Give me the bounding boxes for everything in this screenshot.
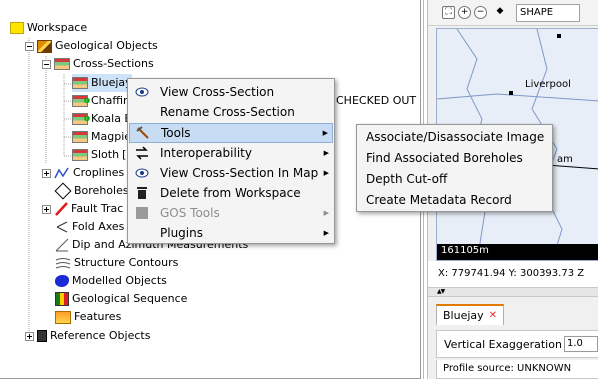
menu-item-view-in-map[interactable]: View Cross-Section In Map ▶ — [129, 163, 333, 183]
structure-contours-icon — [55, 256, 71, 270]
menu-item-tools[interactable]: Tools ▶ — [129, 123, 333, 143]
exchange-icon — [134, 145, 150, 161]
tree-item-cross-sections[interactable]: Cross-Sections — [42, 55, 154, 73]
vertical-exaggeration-input[interactable]: 1.0 — [563, 336, 598, 352]
menu-item-depth-cutoff[interactable]: Depth Cut-off — [358, 169, 551, 189]
modelled-object-icon — [55, 275, 69, 287]
tree-item-fold-axes[interactable]: Fold Axes — [55, 218, 124, 236]
expand-toggle-icon[interactable] — [25, 331, 34, 341]
menu-item-plugins[interactable]: Plugins ▶ — [129, 223, 333, 243]
profile-source-label: Profile source: UNKNOWN — [436, 360, 598, 379]
tree-item-cross-section-sloth[interactable]: Sloth [ — [72, 146, 126, 164]
submenu-arrow-icon: ▶ — [323, 149, 329, 157]
submenu-arrow-icon: ▶ — [323, 169, 329, 177]
submenu-arrow-icon: ▶ — [323, 209, 329, 217]
tree-item-workspace[interactable]: Workspace — [10, 19, 87, 37]
eye-icon — [134, 84, 150, 100]
croplines-icon — [54, 166, 70, 180]
menu-item-gos-tools[interactable]: GOS Tools ▶ — [129, 203, 333, 223]
borehole-diamond-icon — [54, 182, 72, 200]
geological-objects-icon — [37, 39, 52, 53]
menu-item-find-boreholes[interactable]: Find Associated Boreholes — [358, 148, 551, 168]
tab-label: Bluejay — [443, 309, 484, 322]
checked-out-cross-section-icon — [72, 92, 90, 110]
vertical-exaggeration-label: Vertical Exaggeration — [444, 337, 562, 351]
zoom-extent-icon[interactable]: ⛶ — [442, 6, 455, 19]
tree-item-cross-section-magpie[interactable]: Magpie — [72, 128, 131, 146]
tree-item-fault-traces[interactable]: Fault Trac — [42, 200, 123, 218]
blank-icon — [134, 225, 150, 241]
checked-out-status-label: CHECKED OUT — [336, 94, 417, 107]
zoom-in-icon[interactable]: + — [458, 6, 471, 19]
tree-item-boreholes[interactable]: Boreholes — [54, 182, 129, 200]
features-icon — [55, 310, 71, 324]
cross-section-icon — [72, 131, 88, 143]
tree-item-reference-objects[interactable]: Reference Objects — [25, 327, 150, 345]
trash-icon — [134, 185, 150, 201]
tree-item-geological-objects[interactable]: Geological Objects — [25, 37, 158, 55]
submenu-arrow-icon: ▶ — [322, 129, 328, 137]
menu-item-interoperability[interactable]: Interoperability ▶ — [129, 143, 333, 163]
collapse-toggle-icon[interactable] — [25, 41, 34, 51]
cursor-coordinates: X: 779741.94 Y: 300393.73 Z — [428, 261, 598, 287]
tree-item-structure-contours[interactable]: Structure Contours — [55, 254, 178, 272]
geological-sequence-icon — [55, 292, 69, 306]
section-tab-strip: Bluejay ✕ — [428, 297, 598, 325]
map-place-label: Liverpool — [525, 79, 571, 90]
pick-icon — [135, 125, 151, 141]
cross-section-icon — [72, 149, 88, 161]
tree-item-croplines[interactable]: Croplines — [42, 164, 124, 182]
vertical-exaggeration-row: Vertical Exaggeration 1.0 — [436, 330, 598, 358]
panel-splitter[interactable] — [428, 287, 598, 297]
fold-axis-icon — [55, 220, 69, 234]
menu-item-delete-from-workspace[interactable]: Delete from Workspace — [129, 183, 333, 203]
gos-icon — [134, 205, 150, 221]
cross-section-context-menu: View Cross-Section Rename Cross-Section … — [127, 78, 335, 244]
cross-section-icon — [72, 77, 88, 89]
close-tab-icon[interactable]: ✕ — [489, 310, 497, 321]
eye-icon — [134, 165, 150, 181]
menu-item-associate-image[interactable]: Associate/Disassociate Image — [358, 127, 551, 147]
tree-item-modelled-objects[interactable]: Modelled Objects — [55, 272, 167, 290]
tree-item-cross-section-bluejay[interactable]: Bluejay — [72, 74, 132, 92]
blank-icon — [134, 104, 150, 120]
map-partial-label: am — [557, 154, 573, 165]
layer-select[interactable]: SHAPE — [516, 3, 580, 22]
expand-toggle-icon[interactable] — [42, 168, 51, 178]
menu-item-rename-cross-section[interactable]: Rename Cross-Section — [129, 102, 333, 122]
tools-submenu: Associate/Disassociate Image Find Associ… — [356, 124, 553, 212]
dip-azimuth-icon — [55, 238, 69, 252]
map-toolbar: ⛶ + − ◆ SHAPE — [428, 0, 598, 26]
fault-line-icon — [54, 202, 68, 216]
folder-icon — [10, 22, 24, 34]
tree-item-cross-section-koala[interactable]: Koala E — [72, 110, 131, 128]
reference-objects-icon — [37, 330, 47, 342]
tab-bluejay[interactable]: Bluejay ✕ — [436, 304, 505, 325]
map-scale-label: 161105m — [441, 245, 489, 256]
tree-item-features[interactable]: Features — [55, 308, 121, 326]
submenu-arrow-icon: ▶ — [323, 229, 329, 237]
zoom-out-icon[interactable]: − — [474, 6, 487, 19]
pan-icon[interactable]: ◆ — [490, 6, 510, 19]
menu-item-view-cross-section[interactable]: View Cross-Section — [129, 82, 333, 102]
cross-section-icon — [54, 58, 70, 70]
checked-out-cross-section-icon — [72, 110, 90, 128]
expand-toggle-icon[interactable] — [42, 204, 51, 214]
tree-item-cross-section-chaffin[interactable]: Chaffin — [72, 92, 130, 110]
tree-item-geological-sequence[interactable]: Geological Sequence — [55, 290, 187, 308]
collapse-toggle-icon[interactable] — [42, 59, 51, 69]
menu-item-create-metadata[interactable]: Create Metadata Record — [358, 190, 551, 210]
